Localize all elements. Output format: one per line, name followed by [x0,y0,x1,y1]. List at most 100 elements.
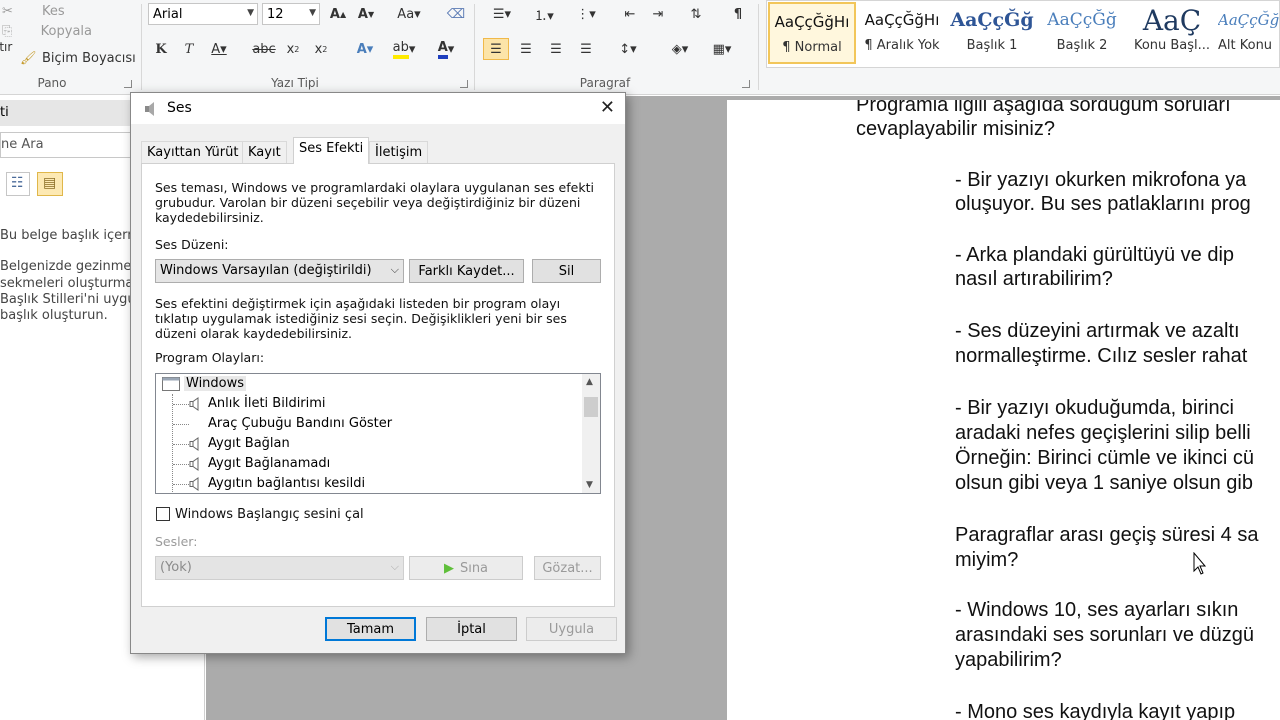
font-launcher-icon[interactable] [460,80,468,88]
sound-scheme-select[interactable]: Windows Varsayılan (değiştirildi) ⌵ [155,259,404,283]
underline-icon[interactable]: A▾ [206,38,232,60]
justify-icon[interactable]: ☰ [573,38,599,60]
speaker-icon [189,437,199,451]
text-effects-icon[interactable]: A▾ [352,38,378,60]
highlight-icon[interactable]: ab ▾ [386,38,422,60]
font-size-combo[interactable]: 12 ▼ [262,3,320,25]
close-icon[interactable]: ✕ [600,97,615,118]
align-left-icon[interactable]: ☰ [483,38,509,60]
scroll-thumb[interactable] [584,397,598,417]
style-normal[interactable]: AaÇçĞğHı ¶ Normal [768,2,856,64]
program-events-list[interactable]: Windows Anlık İleti Bildirimi Araç Çubuğ… [155,373,601,494]
save-as-button[interactable]: Farklı Kaydet... [409,259,524,283]
sounds-select[interactable]: (Yok) ⌵ [155,556,404,580]
speaker-icon [189,397,199,411]
decrease-indent-icon[interactable]: ⇤ [618,3,642,25]
superscript-icon[interactable]: x2 [310,38,332,60]
tab-recording[interactable]: Kayıt [242,141,287,163]
align-right-icon[interactable]: ☰ [543,38,569,60]
speaker-icon [189,457,199,471]
style-heading-1[interactable]: AaÇçĞğ Başlık 1 [948,2,1036,64]
scheme-description: Ses teması, Windows ve programlardaki ol… [155,180,594,225]
paragraph-launcher-icon[interactable] [742,80,750,88]
paste-button-label[interactable]: ıtır [0,36,18,58]
font-color-icon[interactable]: A ▾ [430,38,462,60]
ok-button[interactable]: Tamam [325,617,416,641]
group-label-clipboard: Pano [37,76,67,90]
headings-view-icon[interactable]: ☷ [6,172,30,196]
document-line: - Bir yazıyı okurken mikrofona ya [955,169,1247,191]
instructions-text: Ses efektini değiştirmek için aşağıdaki … [155,296,567,341]
sounds-label: Sesler: [155,534,198,549]
style-heading-2[interactable]: AaÇçĞğ Başlık 2 [1038,2,1126,64]
list-item[interactable]: Aygıt Bağlanamadı [156,454,584,474]
document-line: miyim? [955,549,1019,571]
chevron-down-icon: ⌵ [390,560,399,573]
document-line: Paragraflar arası geçiş süresi 4 sa [955,524,1259,546]
style-no-spacing[interactable]: AaÇçĞğHı ¶ Aralık Yok [858,2,946,64]
apply-button[interactable]: Uygula [526,617,617,641]
borders-icon[interactable]: ▦▾ [704,38,740,60]
multilevel-list-icon[interactable]: ⋮▾ [568,3,604,25]
document-line: - Windows 10, ses ayarları sıkın [955,599,1239,621]
program-events-label: Program Olayları: [155,350,265,365]
document-line: - Mono ses kaydıyla kayıt yapıp [955,701,1236,720]
style-subtitle[interactable]: AaÇçĞğ Alt Konu [1218,2,1280,64]
list-item[interactable]: Windows [156,374,584,394]
delete-button[interactable]: Sil [532,259,601,283]
align-center-icon[interactable]: ☰ [513,38,539,60]
document-page[interactable]: Programla ilgili aşağıda sorduğum sorula… [727,100,1280,720]
pilcrow-icon[interactable]: ¶ [726,3,750,25]
shrink-font-icon[interactable]: A ▼ [354,3,378,25]
document-line: cevaplayabilir misiniz? [856,118,1055,140]
font-family-combo[interactable]: Arial ▼ [148,3,258,25]
list-item[interactable]: Aygıtın bağlantısı kesildi [156,474,584,493]
document-line: aradaki nefes geçişlerini silip belli [955,422,1251,444]
clear-format-icon[interactable]: ⌫ [444,3,468,25]
scroll-down-icon[interactable]: ▼ [586,480,593,490]
pages-view-icon[interactable]: ▤ [37,172,63,196]
numbering-icon[interactable]: ⒈▾ [526,3,562,25]
sort-icon[interactable]: ⇅ [684,3,708,25]
browse-button[interactable]: Gözat... [534,556,601,580]
play-icon: ▶ [443,560,454,576]
scissors-icon: ✂ [2,3,13,19]
test-button[interactable]: ▶ Sına [409,556,523,580]
bullets-icon[interactable]: ☰▾ [484,3,520,25]
startup-sound-checkbox[interactable] [156,507,170,521]
line-spacing-icon[interactable]: ↕▾ [610,38,646,60]
events-scrollbar[interactable]: ▲ ▼ [582,374,600,493]
tab-playback[interactable]: Kayıttan Yürüt [141,141,245,163]
bold-icon[interactable]: K [150,38,172,60]
group-separator [474,4,475,90]
tab-communications[interactable]: İletişim [369,141,429,163]
list-item[interactable]: Anlık İleti Bildirimi [156,394,584,414]
navigation-message-line: Belgenizde gezinme [0,259,132,274]
clipboard-launcher-icon[interactable] [124,80,132,88]
change-case-icon[interactable]: Aa▾ [392,3,426,25]
paintbrush-icon: 🖌 [20,50,37,66]
cut-button[interactable]: ✂ Kes [2,0,82,22]
tree-line [173,464,189,465]
chevron-down-icon: ⌵ [390,263,399,276]
format-painter-button[interactable]: 🖌 Biçim Boyacısı [20,47,138,69]
navigation-message-line: Bu belge başlık içerm [0,228,140,243]
dialog-titlebar[interactable]: Ses ✕ [131,93,625,124]
grow-font-icon[interactable]: A ▲ [326,3,350,25]
cancel-button[interactable]: İptal [426,617,517,641]
tree-line [173,404,189,405]
increase-indent-icon[interactable]: ⇥ [646,3,670,25]
list-item[interactable]: Aygıt Bağlan [156,434,584,454]
list-item[interactable]: Araç Çubuğu Bandını Göster [156,414,584,434]
tab-sounds[interactable]: Ses Efekti [293,137,370,164]
strikethrough-icon[interactable]: abc [252,38,276,60]
style-title[interactable]: AaÇ Konu Başl... [1128,2,1216,64]
scroll-up-icon[interactable]: ▲ [586,377,593,387]
dialog-title: Ses [167,100,192,116]
chevron-down-icon: ▼ [309,8,316,18]
document-line: - Arka plandaki gürültüyü ve dip [955,244,1235,266]
subscript-icon[interactable]: x2 [282,38,304,60]
group-label-paragraph: Paragraf [579,76,631,90]
italic-icon[interactable]: T [178,38,200,60]
shading-icon[interactable]: ◈▾ [662,38,698,60]
